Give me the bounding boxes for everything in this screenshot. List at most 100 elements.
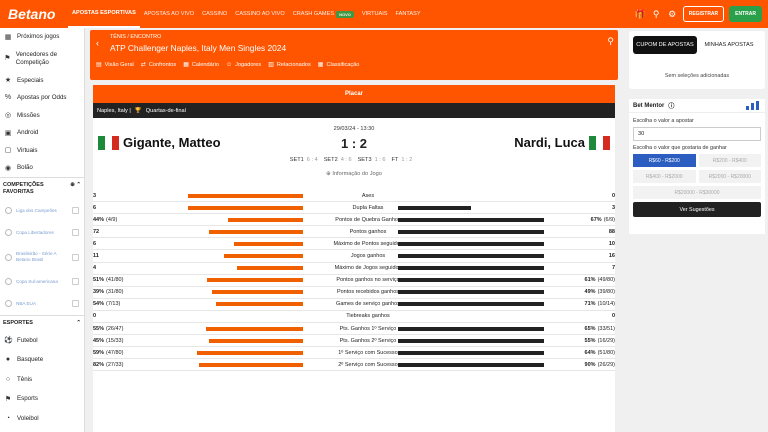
view-suggestions-button[interactable]: Ver Sugestões: [633, 202, 761, 217]
nav-item-crash-games[interactable]: CRASH GAMES NOVO: [289, 0, 358, 28]
sidebar-sport-item[interactable]: ○ Tênis: [0, 370, 84, 390]
favorite-checkbox[interactable]: [72, 278, 79, 285]
tab-relacionados[interactable]: ▥ Relacionados: [268, 61, 311, 69]
stat-bar-left: [211, 290, 303, 295]
stat-left-value: 11: [93, 253, 99, 260]
stat-right-value: 3: [611, 204, 615, 211]
favorite-competition[interactable]: Brasileirão - Série A Betano Brasil: [0, 244, 84, 271]
sidebar-item[interactable]: ◎ Missões: [0, 107, 84, 125]
players-icon: ☺: [225, 61, 233, 68]
stat-bar-right: [398, 350, 545, 355]
win-option[interactable]: R$20000 - R$30000: [633, 186, 761, 199]
stat-right-value: 61% (49/80): [584, 277, 615, 284]
tab-betslip[interactable]: CUPOM DE APOSTAS: [633, 36, 697, 54]
win-option[interactable]: R$200 - R$400: [698, 154, 761, 167]
trophy-icon: ⚑: [4, 395, 12, 403]
stat-right-detail: (49/80): [597, 277, 615, 284]
target-icon: ◎: [4, 112, 12, 120]
nav-item-apostas-esportivas[interactable]: APOSTAS ESPORTIVAS: [68, 0, 140, 28]
stat-bar-left: [237, 266, 303, 271]
favorite-competition[interactable]: Copa Libertadores: [0, 222, 84, 244]
win-option[interactable]: R$2000 - R$20000: [698, 170, 761, 183]
settings-icon[interactable]: ⚙: [667, 9, 678, 20]
stat-bar-left: [188, 193, 303, 198]
league-bar: Naples, Italy | 🏆 Quartas-de-final: [93, 103, 615, 118]
stat-bar-left: [188, 205, 303, 210]
tab-my-bets[interactable]: MINHAS APOSTAS: [697, 36, 761, 54]
nav-item-virtuais[interactable]: VIRTUAIS: [358, 0, 392, 28]
player-right: Nardi, Luca: [514, 135, 610, 150]
chevron-up-icon[interactable]: ⌃: [76, 320, 81, 327]
sidebar-item[interactable]: ★ Especiais: [0, 72, 84, 90]
android-icon: ▣: [4, 129, 12, 137]
competition-icon: [5, 300, 12, 307]
tab-calendário[interactable]: ▦ Calendário: [183, 61, 219, 69]
favorite-competition[interactable]: NBA EUA: [0, 293, 84, 315]
stat-left-value: 82% (27/33): [93, 361, 124, 368]
stat-left-value: 51% (41/80): [93, 277, 124, 284]
stake-input[interactable]: 30: [633, 127, 761, 141]
login-button[interactable]: ENTRAR: [729, 6, 762, 22]
stat-right-value: 0: [611, 313, 615, 320]
search-icon[interactable]: ⚲: [651, 9, 662, 20]
sidebar-item[interactable]: ▢ Virtuais: [0, 142, 84, 160]
sidebar-item-label: Apostas por Odds: [17, 94, 67, 102]
win-option[interactable]: R$60 - R$200: [633, 154, 696, 167]
set-label: SET2: [323, 157, 338, 163]
main-nav: APOSTAS ESPORTIVAS APOSTAS AO VIVO CASSINO…: [68, 0, 425, 28]
tab-jogadores[interactable]: ☺ Jogadores: [226, 61, 261, 68]
match-datetime: 29/03/24 - 13:30: [333, 126, 375, 132]
sidebar-item[interactable]: ⚑ Vencedores de Competição: [0, 46, 84, 72]
stat-label: Tiebreaks ganhos: [346, 313, 390, 320]
competition-icon: [5, 229, 12, 236]
sidebar-sport-item[interactable]: ⚽ Futebol: [0, 331, 84, 351]
favorite-competition[interactable]: Liga dos Campeões: [0, 200, 84, 222]
basketball-icon: ●: [5, 356, 11, 364]
stat-right-value: 16: [608, 253, 615, 260]
nav-item-apostas-ao-vivo[interactable]: APOSTAS AO VIVO: [140, 0, 198, 28]
favorite-label: Copa Libertadores: [16, 229, 54, 235]
sidebar-item[interactable]: ◉ Bolão: [0, 159, 84, 177]
sidebar-sport-item[interactable]: ◔ Voleibol: [0, 409, 84, 429]
sport-label: Voleibol: [17, 414, 39, 422]
register-button[interactable]: REGISTRAR: [682, 6, 725, 22]
bet-mentor-header: Bet Mentor ⓘ: [629, 99, 765, 113]
collapse-icon[interactable]: ⊕ ⌃: [70, 182, 81, 196]
nav-item-cassino[interactable]: CASSINO: [198, 0, 231, 28]
stat-bar-left: [209, 229, 303, 234]
favorite-checkbox[interactable]: [72, 229, 79, 236]
nav-item-fantasy[interactable]: FANTASY: [392, 0, 425, 28]
set-label: FT: [391, 157, 399, 163]
chart-bars-icon: [746, 101, 759, 110]
betano-logo[interactable]: Betano: [0, 6, 68, 22]
stat-left-detail: (27/33): [106, 361, 124, 368]
win-option[interactable]: R$400 - R$2000: [633, 170, 696, 183]
favorite-competition[interactable]: Copa Sul-americana: [0, 271, 84, 293]
stat-bar-left: [234, 241, 303, 246]
sidebar-sport-item[interactable]: ⚑ Esports: [0, 389, 84, 409]
sidebar-item[interactable]: ▣ Android: [0, 124, 84, 142]
favorite-checkbox[interactable]: [72, 207, 79, 214]
sidebar-item[interactable]: % Apostas por Odds: [0, 89, 84, 107]
sidebar-sport-item[interactable]: ● Basquete: [0, 350, 84, 370]
tab-visão-geral[interactable]: ▤ Visão Geral: [96, 61, 134, 69]
stat-left-detail: (26/47): [106, 325, 124, 332]
favorite-checkbox[interactable]: [72, 300, 79, 307]
tab-classificação[interactable]: ▦ Classificação: [318, 61, 360, 69]
sidebar-item[interactable]: ▦ Próximos jogos: [0, 28, 84, 46]
search-icon[interactable]: ⚲: [607, 36, 614, 47]
breadcrumb[interactable]: TÊNIS / ENCONTRO: [110, 34, 161, 40]
back-arrow-icon[interactable]: ‹: [96, 38, 99, 48]
stat-right-detail: (6/9): [603, 216, 615, 223]
pot-icon: ◉: [4, 164, 12, 172]
stat-left-value: 4: [93, 265, 97, 272]
top-actions: 🎁 ⚲ ⚙ REGISTRAR ENTRAR: [635, 6, 762, 22]
tab-confrontos[interactable]: ⇄ Confrontos: [141, 61, 176, 69]
favorite-checkbox[interactable]: [72, 253, 79, 261]
match-info-link[interactable]: ⊕ Informação do Jogo: [93, 171, 615, 177]
info-icon[interactable]: ⓘ: [668, 101, 674, 110]
gift-icon[interactable]: 🎁: [635, 9, 646, 20]
soccer-icon: ⚽: [4, 337, 13, 345]
nav-item-cassino-ao-vivo[interactable]: CASSINO AO VIVO: [231, 0, 288, 28]
stat-row: 82% (27/33) 2º Serviço com Sucesso 90% (26/2…: [93, 359, 615, 372]
